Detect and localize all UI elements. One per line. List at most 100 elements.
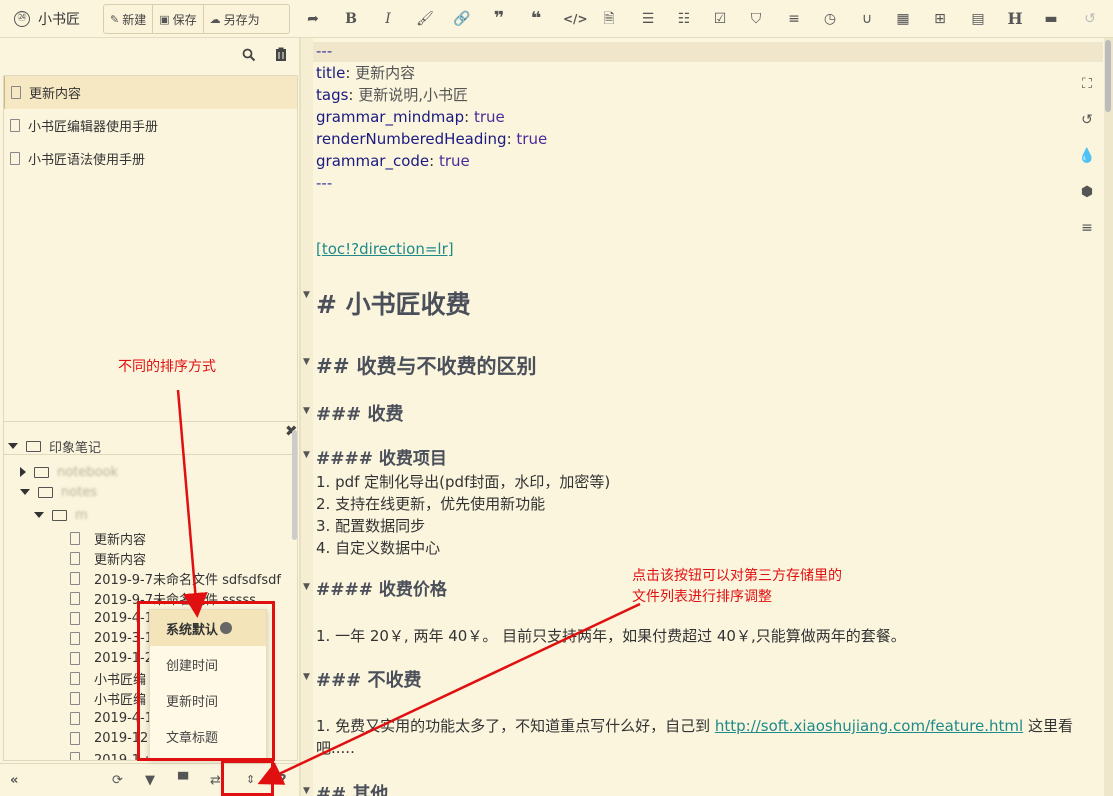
tree-file[interactable]: 更新内容 [70, 528, 146, 548]
fullscreen-icon[interactable]: ⛶ [1077, 76, 1097, 92]
file-item-label: 小书匠编辑器使用手册 [28, 120, 159, 135]
document-icon [70, 731, 80, 745]
tree-folder[interactable]: notes [20, 482, 97, 502]
document-icon [70, 691, 80, 705]
bold-icon[interactable]: B [341, 8, 361, 30]
table-edit-icon[interactable]: ▦ [893, 8, 913, 30]
document-icon [70, 651, 80, 665]
collapse-icon[interactable]: « [10, 773, 18, 788]
undo-icon[interactable]: ↺ [1080, 8, 1100, 30]
code-icon[interactable]: </> [563, 8, 588, 30]
filter-icon[interactable]: ▼ [145, 773, 155, 788]
save-button[interactable]: ▣ 保存 [153, 5, 204, 33]
heading-h1: # 小书匠收费 [316, 290, 471, 319]
caret-down-icon [34, 512, 44, 518]
table-icon[interactable]: ▤ [968, 8, 988, 30]
new-button[interactable]: ✎ 新建 [104, 5, 154, 33]
refresh-icon[interactable]: ⟳ [112, 773, 123, 788]
help-icon[interactable]: ? [279, 773, 287, 788]
frontmatter-title: title: 更新内容 [316, 64, 416, 82]
fold-arrow-icon[interactable]: ▼ [303, 290, 310, 300]
switch-icon[interactable]: ⇄ [210, 773, 221, 788]
tree-scrollbar[interactable] [292, 430, 297, 540]
minus-icon[interactable]: ▬ [1041, 8, 1061, 30]
tree-folder[interactable]: m [34, 505, 88, 525]
save-as-button[interactable]: ☁ 另存为 [204, 5, 266, 33]
clock-icon[interactable]: ◷ [820, 8, 840, 30]
list-item: 1. pdf 定制化导出(pdf封面，水印，加密等) [316, 473, 611, 491]
theme-drop-icon[interactable]: 💧 [1077, 148, 1097, 164]
file-item[interactable]: 更新内容 [4, 76, 297, 109]
frontmatter-code: grammar_code: true [316, 152, 470, 170]
fold-arrow-icon[interactable]: ▼ [303, 582, 310, 592]
quote-icon[interactable]: ❝ [526, 8, 546, 30]
task-list-icon[interactable]: ☑ [710, 8, 730, 30]
heading-icon[interactable]: H [1005, 8, 1025, 30]
document-icon [70, 591, 80, 605]
italic-icon[interactable]: I [378, 8, 398, 30]
list-item: 2. 支持在线更新，优先使用新功能 [316, 495, 546, 513]
price-text: 1. 一年 20￥, 两年 40￥。 目前只支持两年，如果付费超过 40￥,只能… [316, 627, 906, 645]
editor-scrollbar[interactable] [1104, 38, 1113, 796]
markdown-editor[interactable]: --- title: 更新内容 tags: 更新说明,小书匠 grammar_m… [301, 38, 1113, 796]
tree-folder-label: notebook [57, 464, 118, 480]
caret-down-icon [20, 489, 30, 495]
tree-file[interactable]: 更新内容 [70, 548, 146, 568]
document-icon [70, 551, 80, 565]
toc-directive[interactable]: [toc!?direction=lr] [316, 238, 454, 260]
unordered-list-icon[interactable]: ☷ [674, 8, 694, 30]
new-label: 新建 [122, 12, 147, 27]
menu-icon[interactable]: ≡ [1077, 220, 1097, 236]
fold-arrow-icon[interactable]: ▼ [303, 357, 310, 367]
save-as-label: 另存为 [223, 12, 260, 27]
document-icon [70, 531, 80, 545]
logo-text: 小书匠 [38, 12, 80, 28]
tree-folder-label: m [75, 507, 88, 523]
fold-arrow-icon[interactable]: ▼ [303, 450, 310, 460]
fold-arrow-icon[interactable]: ▼ [303, 786, 310, 796]
frontmatter-numbered-heading: renderNumberedHeading: true [316, 130, 548, 148]
brush-icon[interactable]: 🖌 [415, 8, 435, 30]
fold-arrow-icon[interactable]: ▼ [303, 672, 310, 682]
frontmatter-open: --- [316, 42, 333, 60]
clipboard-icon[interactable] [274, 47, 288, 66]
file-item-label: 更新内容 [29, 87, 82, 102]
heading-h4: #### 收费项目 [316, 449, 447, 469]
file-item[interactable]: 小书匠编辑器使用手册 [4, 109, 297, 142]
image-table-icon[interactable]: ⊞ [930, 8, 950, 30]
redo-icon[interactable]: ➦ [303, 8, 323, 30]
hr-icon[interactable]: ≡ [784, 8, 804, 30]
tree-folder[interactable]: notebook [20, 462, 118, 482]
file-item-label: 小书匠语法使用手册 [28, 153, 146, 168]
file-list: 更新内容 小书匠编辑器使用手册 小书匠语法使用手册 [3, 75, 298, 455]
history-icon[interactable]: ↺ [1077, 112, 1097, 128]
caret-down-icon [8, 443, 18, 449]
file-icon[interactable]: 🗎 [599, 8, 619, 30]
free-text-cont: 吧..... [316, 739, 355, 757]
app-logo: ㉔ 小书匠 [14, 9, 80, 29]
annotation-click-hint-1: 点击该按钮可以对第三方存储里的 [632, 568, 842, 584]
tree-root[interactable]: 印象笔记 [8, 436, 101, 456]
tree-file[interactable]: 小书匠编 [70, 668, 146, 688]
logo-icon: ㉔ [14, 11, 30, 27]
tree-file[interactable]: 2019-9-7未命名文件 sdfsdfsdf [70, 568, 281, 588]
file-item[interactable]: 小书匠语法使用手册 [4, 142, 297, 175]
document-icon [70, 631, 80, 645]
link-icon[interactable]: 🔗 [452, 8, 472, 30]
tree-file-label: 更新内容 [94, 532, 147, 548]
document-icon [70, 611, 80, 625]
fold-arrow-icon[interactable]: ▼ [303, 406, 310, 416]
blockquote-icon[interactable]: ❞ [489, 8, 509, 30]
cube-icon[interactable]: ⬢ [1077, 184, 1097, 200]
tree-file[interactable]: 小书匠编 [70, 688, 146, 708]
search-icon[interactable] [242, 47, 256, 66]
magnet-icon[interactable]: ∪ [857, 8, 877, 30]
archive-icon[interactable]: ▀ [178, 773, 188, 788]
html5-icon[interactable]: ⛉ [746, 8, 766, 30]
editor-scrollbar-thumb[interactable] [1105, 40, 1111, 112]
frontmatter-mindmap: grammar_mindmap: true [316, 108, 505, 126]
file-button-group: ✎ 新建 ▣ 保存 ☁ 另存为 [103, 4, 290, 34]
current-line-highlight [313, 42, 1103, 62]
feature-link[interactable]: http://soft.xiaoshujiang.com/feature.htm… [715, 717, 1023, 735]
ordered-list-icon[interactable]: ☰ [638, 8, 658, 30]
